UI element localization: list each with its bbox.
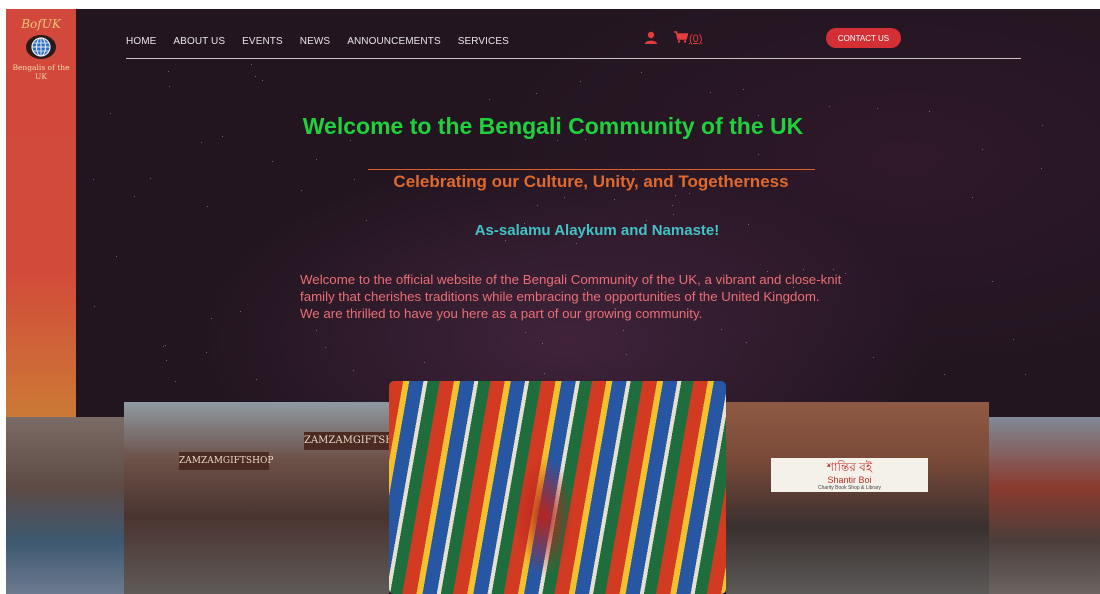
- intro-paragraph: Welcome to the official website of the B…: [300, 271, 920, 322]
- background-star: [623, 329, 625, 331]
- background-star: [982, 148, 984, 150]
- main-nav: HOME ABOUT US EVENTS NEWS ANNOUNCEMENTS SERVI…: [126, 31, 526, 49]
- nav-item-about-us[interactable]: ABOUT US: [173, 36, 225, 47]
- background-star: [873, 356, 875, 358]
- background-star: [688, 192, 690, 194]
- background-star: [133, 195, 135, 197]
- background-star: [944, 373, 946, 375]
- intro-line: family that cherishes traditions while e…: [300, 289, 820, 304]
- background-star: [262, 80, 264, 82]
- background-star: [239, 311, 241, 313]
- background-star: [250, 64, 252, 66]
- photo-bengali-dancer: [389, 381, 726, 594]
- background-star: [167, 70, 169, 72]
- background-star: [536, 92, 538, 94]
- background-star: [315, 329, 317, 331]
- background-star: [165, 360, 167, 362]
- background-star: [564, 196, 566, 198]
- background-star: [992, 280, 994, 282]
- title-underline: [368, 169, 815, 170]
- shop-sign-english: Shantir Boi: [827, 475, 872, 485]
- background-star: [640, 71, 642, 73]
- background-star: [254, 75, 256, 77]
- background-star: [876, 107, 878, 109]
- nav-item-news[interactable]: NEWS: [300, 36, 330, 47]
- background-star: [505, 240, 507, 242]
- background-star: [802, 268, 804, 270]
- background-star: [168, 85, 170, 87]
- shop-sign-bengali: শান্তির বই: [826, 460, 873, 474]
- background-star: [94, 306, 96, 307]
- background-star: [211, 317, 213, 319]
- photo-street-shops: [989, 417, 1100, 594]
- photo-shantir-boi-bookshop: শান্তির বই Shantir Boi Charity Book Shop…: [726, 402, 989, 594]
- background-star: [829, 106, 831, 108]
- background-star: [580, 80, 582, 82]
- background-star: [576, 243, 578, 245]
- nav-item-home[interactable]: HOME: [126, 36, 156, 47]
- site-logo[interactable]: BofUK Bengalis of the UK: [6, 13, 76, 93]
- intro-line: Welcome to the official website of the B…: [300, 272, 842, 287]
- hero-title: Welcome to the Bengali Community of the …: [302, 113, 804, 139]
- intro-line: We are thrilled to have you here as a pa…: [300, 306, 703, 321]
- shop-sign: ZAMZAMGIFTSHOP: [179, 452, 273, 470]
- logo-caption: Bengalis of the UK: [12, 63, 70, 81]
- shopping-cart-icon: [674, 31, 689, 43]
- page-frame: BofUK Bengalis of the UK HOME ABOUT US EVE…: [6, 9, 1100, 594]
- background-star: [324, 346, 326, 348]
- background-star: [542, 343, 544, 345]
- background-star: [115, 256, 117, 258]
- background-star: [524, 332, 526, 334]
- background-star: [833, 268, 835, 270]
- background-star: [423, 361, 425, 363]
- photo-street-graffiti: [6, 417, 124, 594]
- shop-sign: ZAMZAMGIFTSHOP: [304, 432, 389, 450]
- background-star: [175, 380, 177, 382]
- background-star: [206, 351, 208, 353]
- background-star: [201, 142, 203, 144]
- cart-count[interactable]: (0): [689, 33, 702, 45]
- hero-subtitle: Celebrating our Culture, Unity, and Toge…: [393, 172, 789, 191]
- background-star: [256, 379, 258, 381]
- background-star: [625, 353, 627, 355]
- nav-item-services[interactable]: SERVICES: [458, 36, 509, 47]
- background-star: [929, 110, 931, 112]
- background-star: [721, 329, 723, 331]
- background-star: [614, 198, 616, 200]
- shop-sign: শান্তির বই Shantir Boi Charity Book Shop…: [771, 458, 928, 492]
- background-star: [544, 373, 546, 375]
- background-star: [164, 345, 166, 347]
- user-icon[interactable]: [644, 31, 658, 45]
- photo-zamzam-gift-shop: ZAMZAMGIFTSHOP ZAMZAMGIFTSHOP: [124, 402, 389, 594]
- background-star: [673, 214, 675, 216]
- background-star: [352, 370, 354, 372]
- nav-item-announcements[interactable]: ANNOUNCEMENTS: [347, 36, 441, 47]
- background-star: [710, 91, 711, 93]
- hero-greeting: As-salamu Alaykum and Namaste!: [474, 222, 720, 239]
- background-star: [743, 88, 745, 90]
- background-star: [1025, 374, 1027, 376]
- dancer-figure: [484, 426, 604, 594]
- logo-text: BofUK: [21, 17, 61, 31]
- background-star: [316, 158, 318, 160]
- background-star: [1012, 339, 1014, 341]
- contact-us-button[interactable]: CONTACT US: [826, 28, 901, 48]
- background-star: [489, 98, 491, 100]
- background-star: [746, 342, 748, 344]
- background-star: [206, 206, 208, 208]
- background-star: [1041, 167, 1043, 169]
- background-star: [671, 205, 673, 207]
- background-star: [536, 204, 538, 206]
- background-star: [675, 195, 677, 197]
- background-star: [646, 219, 648, 221]
- nav-divider: [126, 58, 1021, 59]
- background-star: [272, 161, 274, 163]
- shop-sign-small: Charity Book Shop & Library: [817, 485, 882, 491]
- background-star: [757, 153, 759, 155]
- nav-item-events[interactable]: EVENTS: [242, 36, 283, 47]
- background-star: [971, 197, 973, 199]
- cart-link[interactable]: (0): [674, 31, 702, 47]
- globe-icon: [26, 35, 56, 59]
